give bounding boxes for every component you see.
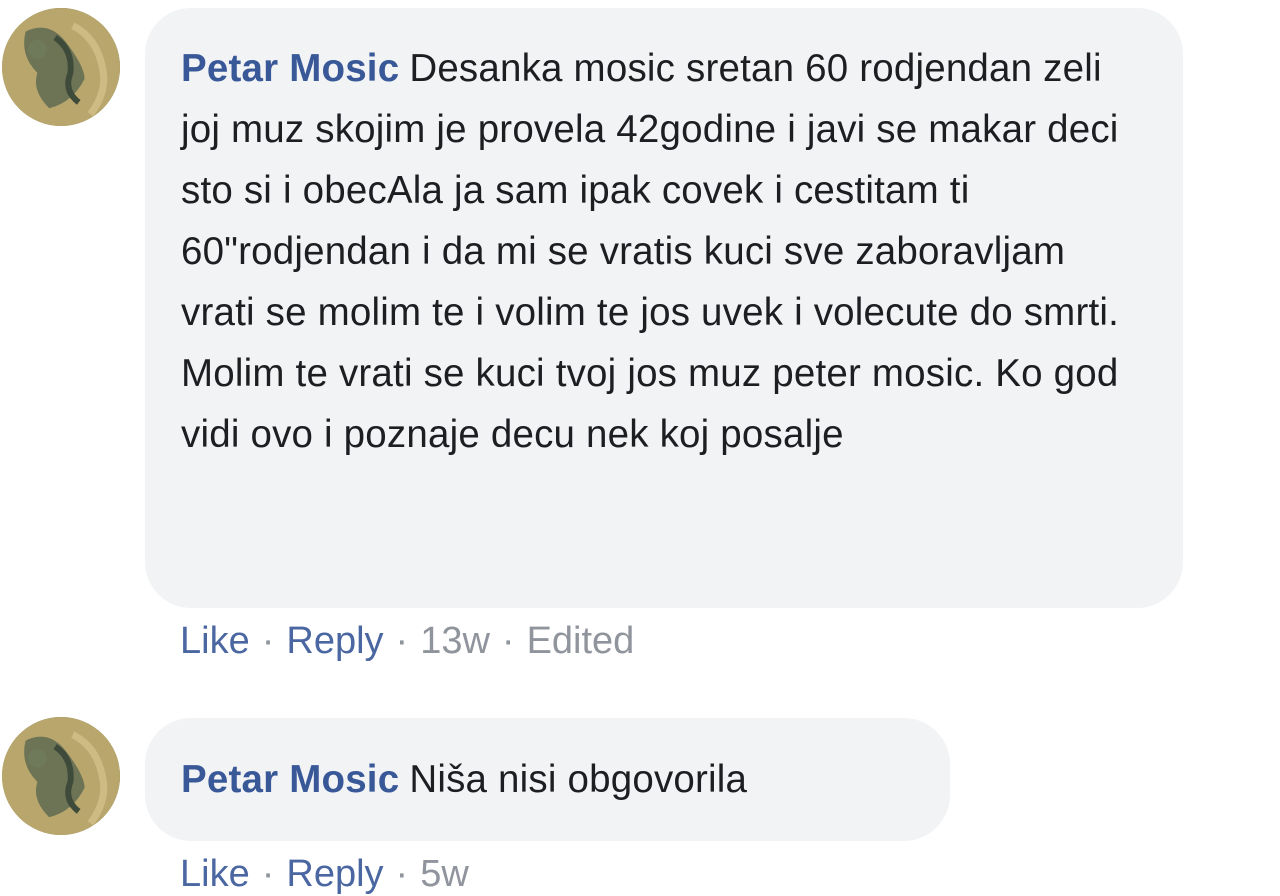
separator: · xyxy=(395,620,409,662)
reply-link[interactable]: Reply xyxy=(286,853,383,895)
separator: · xyxy=(261,853,275,895)
comment-bubble: Petar Mosic Desanka mosic sretan 60 rodje… xyxy=(145,8,1183,608)
edited-label[interactable]: Edited xyxy=(527,620,635,662)
comment-time[interactable]: 13w xyxy=(420,620,490,662)
avatar[interactable] xyxy=(2,717,120,835)
like-link[interactable]: Like xyxy=(180,620,250,662)
separator: · xyxy=(395,853,409,895)
comment-actions: Like · Reply · 5w xyxy=(180,853,469,896)
avatar[interactable] xyxy=(2,8,120,126)
separator: · xyxy=(261,620,275,662)
comment-bubble: Petar Mosic Niša nisi obgovorila xyxy=(145,718,950,841)
comment-time[interactable]: 5w xyxy=(420,853,469,895)
separator: · xyxy=(501,620,515,662)
comment-text: Niša nisi obgovorila xyxy=(409,758,748,801)
reply-link[interactable]: Reply xyxy=(286,620,383,662)
comment-author[interactable]: Petar Mosic xyxy=(181,758,399,801)
comment-text: Desanka mosic sretan 60 rodjendan zeli j… xyxy=(181,47,1120,456)
profile-photo-icon xyxy=(2,8,120,126)
comment-author[interactable]: Petar Mosic xyxy=(181,47,399,90)
comment-actions: Like · Reply · 13w · Edited xyxy=(180,620,634,663)
like-link[interactable]: Like xyxy=(180,853,250,895)
profile-photo-icon xyxy=(2,717,120,835)
